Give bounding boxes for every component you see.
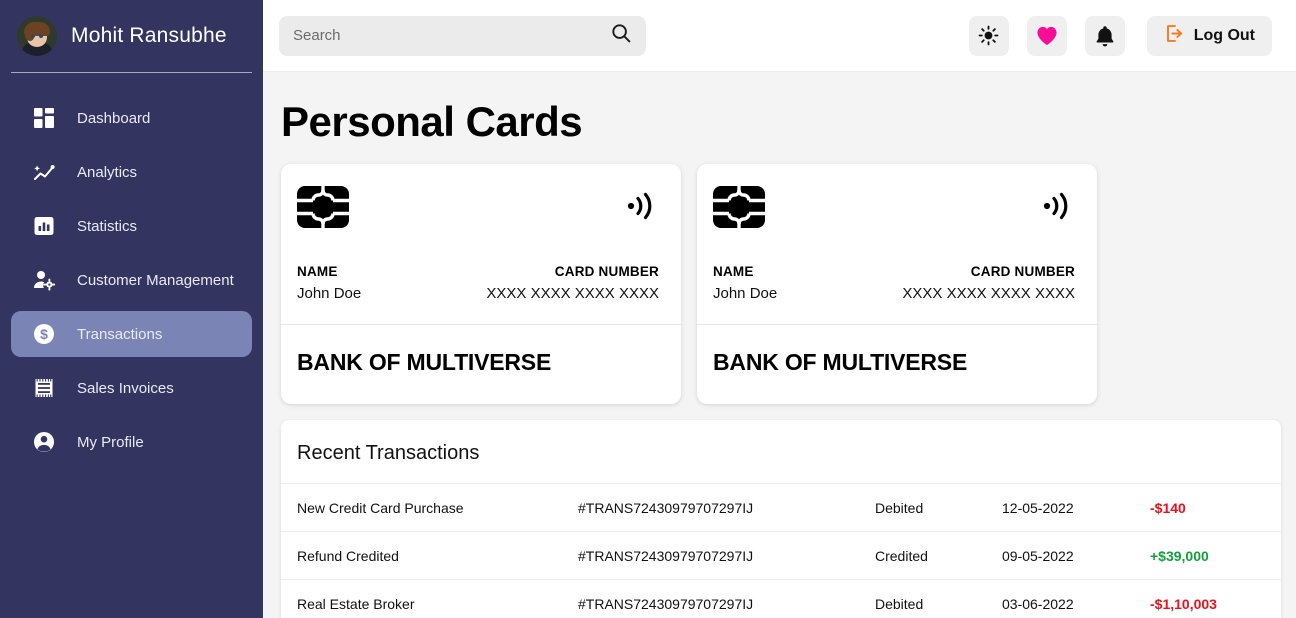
recent-transactions-title: Recent Transactions — [297, 442, 480, 464]
sidebar-nav: Dashboard Analytics Statistics Customer … — [0, 95, 263, 465]
account-circle-icon — [33, 431, 55, 453]
bank-card[interactable]: NAME John Doe CARD NUMBER XXXX XXXX XXXX… — [281, 164, 681, 404]
transaction-amount: +$39,000 — [1150, 547, 1209, 564]
bank-card[interactable]: NAME John Doe CARD NUMBER XXXX XXXX XXXX… — [697, 164, 1097, 404]
card-number-label: CARD NUMBER — [970, 264, 1075, 279]
table-row[interactable]: Real Estate Broker #TRANS72430979707297I… — [281, 579, 1281, 618]
app-root: Mohit Ransubhe Dashboard Analytics Stati… — [0, 0, 1296, 618]
search-input[interactable] — [293, 27, 610, 44]
table-row[interactable]: New Credit Card Purchase #TRANS724309797… — [281, 483, 1281, 531]
profile-name: Mohit Ransubhe — [71, 24, 227, 47]
transaction-description: Real Estate Broker — [297, 595, 415, 612]
svg-text:$: $ — [40, 326, 48, 342]
notifications-button[interactable] — [1084, 15, 1125, 56]
logout-icon — [1164, 23, 1185, 49]
receipt-icon — [33, 377, 55, 399]
card-bank-name: BANK OF MULTIVERSE — [713, 349, 968, 375]
sidebar-divider — [11, 72, 252, 73]
transaction-id: #TRANS72430979707297IJ — [578, 547, 754, 564]
sidebar-item-label: Transactions — [77, 325, 163, 343]
dollar-circle-icon: $ — [33, 323, 55, 345]
sidebar-item-analytics[interactable]: Analytics — [11, 149, 252, 195]
card-name-value: John Doe — [713, 285, 778, 302]
transaction-id: #TRANS72430979707297IJ — [578, 499, 754, 516]
transaction-type: Debited — [875, 595, 924, 612]
favorites-button[interactable] — [1026, 15, 1067, 56]
card-number-label: CARD NUMBER — [554, 264, 659, 279]
search-field[interactable] — [279, 15, 646, 56]
contactless-icon — [1040, 189, 1074, 223]
search-icon[interactable] — [610, 22, 632, 49]
logout-label: Log Out — [1193, 26, 1255, 44]
sparkline-icon — [33, 161, 55, 183]
sidebar-item-sales-invoices[interactable]: Sales Invoices — [11, 365, 252, 411]
sidebar-item-my-profile[interactable]: My Profile — [11, 419, 252, 465]
emv-chip-icon — [297, 186, 349, 228]
sidebar-item-label: Customer Management — [77, 271, 234, 289]
card-number-value: XXXX XXXX XXXX XXXX — [486, 285, 659, 302]
main-area: Log Out Personal Cards — [263, 0, 1296, 618]
page-content: Personal Cards NAME John Doe CARD NUMBER… — [263, 72, 1296, 618]
transaction-type: Credited — [875, 547, 928, 564]
page-title: Personal Cards — [281, 98, 583, 145]
avatar — [17, 16, 57, 56]
sidebar-profile[interactable]: Mohit Ransubhe — [0, 0, 263, 72]
card-bank-name: BANK OF MULTIVERSE — [297, 349, 552, 375]
transaction-amount: -$140 — [1150, 499, 1186, 516]
table-row[interactable]: Refund Credited #TRANS72430979707297IJ C… — [281, 531, 1281, 579]
sidebar-item-label: Analytics — [77, 163, 138, 181]
transaction-id: #TRANS72430979707297IJ — [578, 595, 754, 612]
emv-chip-icon — [713, 186, 765, 228]
grid-dashboard-icon — [33, 107, 55, 129]
bar-chart-icon — [33, 215, 55, 237]
card-name-label: NAME — [713, 264, 754, 279]
sidebar-item-statistics[interactable]: Statistics — [11, 203, 252, 249]
transaction-description: Refund Credited — [297, 547, 399, 564]
sidebar-item-label: Statistics — [77, 217, 138, 235]
card-name-label: NAME — [297, 264, 338, 279]
sidebar-item-label: My Profile — [77, 433, 144, 451]
sidebar: Mohit Ransubhe Dashboard Analytics Stati… — [0, 0, 263, 618]
sidebar-item-customer-management[interactable]: Customer Management — [11, 257, 252, 303]
topbar: Log Out — [263, 0, 1296, 72]
sidebar-item-dashboard[interactable]: Dashboard — [11, 95, 252, 141]
logout-button[interactable]: Log Out — [1146, 15, 1272, 56]
transaction-description: New Credit Card Purchase — [297, 499, 464, 516]
sidebar-item-label: Dashboard — [77, 109, 151, 127]
sidebar-item-label: Sales Invoices — [77, 379, 174, 397]
transaction-date: 12-05-2022 — [1002, 499, 1074, 516]
cards-row: NAME John Doe CARD NUMBER XXXX XXXX XXXX… — [281, 164, 1296, 404]
transaction-date: 03-06-2022 — [1002, 595, 1074, 612]
sidebar-item-transactions[interactable]: $ Transactions — [11, 311, 252, 357]
user-gear-icon — [33, 269, 55, 291]
transaction-amount: -$1,10,003 — [1150, 595, 1217, 612]
transaction-date: 09-05-2022 — [1002, 547, 1074, 564]
card-name-value: John Doe — [297, 285, 362, 302]
recent-transactions-panel: Recent Transactions New Credit Card Purc… — [281, 420, 1281, 618]
theme-toggle-button[interactable] — [968, 15, 1009, 56]
card-number-value: XXXX XXXX XXXX XXXX — [902, 285, 1075, 302]
contactless-icon — [624, 189, 658, 223]
transaction-type: Debited — [875, 499, 924, 516]
